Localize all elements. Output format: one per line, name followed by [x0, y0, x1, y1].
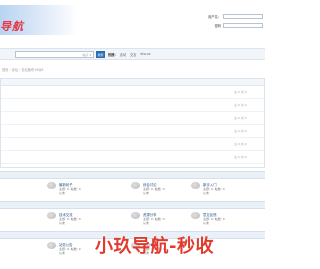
forum-status-icon	[131, 182, 140, 189]
search-input[interactable]: 帖子 ▾	[15, 51, 94, 58]
forum-item[interactable]: 综合讨论 主题: 0, 帖数: 0 从未	[131, 181, 199, 201]
forum-last-post: 从未	[143, 191, 150, 195]
forum-status-icon	[47, 212, 56, 219]
row-stats: 主:0 共:0	[234, 129, 247, 133]
row-stats: 主:0 共:0	[234, 103, 247, 107]
search-bar: 帖子 ▾ 搜索 热搜: 活动 交友 discuz	[0, 48, 265, 60]
forum-last-post: 从未	[59, 191, 66, 195]
password-input[interactable]	[223, 23, 263, 28]
password-label: 密码	[214, 24, 221, 28]
watermark-text: 小玖导航-秒收	[95, 236, 214, 257]
hot-search-label: 热搜:	[108, 53, 116, 57]
breadcrumb[interactable]: 首页 › 论坛 › 论坛版块 MQJ8	[0, 67, 265, 74]
forum-last-post: 从未	[59, 221, 66, 225]
forum-item[interactable]: 资源分享 主题: 0, 帖数: 0 从未	[131, 211, 199, 231]
login-form: 用户名： 密码	[203, 12, 265, 30]
forum-status-icon	[131, 212, 140, 219]
row-stats: 主:0 共:0	[234, 116, 247, 120]
list-item[interactable]: 主:0 共:0	[1, 99, 264, 112]
forum-status-icon	[47, 242, 56, 249]
thread-list: 主:0 共:0 主:0 共:0 主:0 共:0 主:0 共:0 主:0 共:0 …	[0, 78, 265, 168]
list-item[interactable]: 主:0 共:0	[1, 138, 264, 151]
list-item[interactable]: 主:0 共:0	[1, 86, 264, 99]
forum-status-icon	[47, 182, 56, 189]
forum-last-post: 从未	[59, 251, 66, 255]
logo-banner[interactable]: 导航	[0, 5, 78, 35]
list-item[interactable]: 主:0 共:0	[1, 125, 264, 138]
search-button[interactable]: 搜索	[96, 51, 105, 58]
username-input[interactable]	[223, 14, 263, 19]
forum-item[interactable]: 最新帖子 主题: 0, 帖数: 0 从未	[47, 181, 115, 201]
hot-search-links: 热搜: 活动 交友 discuz	[108, 52, 150, 57]
row-stats: 主:0 共:0	[234, 142, 247, 146]
forum-item[interactable]: 技术交流 主题: 0, 帖数: 0 从未	[47, 211, 115, 231]
hot-search-link[interactable]: 交友	[130, 52, 136, 57]
hot-search-link[interactable]: discuz	[140, 52, 150, 57]
forum-item[interactable]: 新手入门 主题: 0, 帖数: 0 从未	[191, 181, 259, 201]
row-stats: 主:0 共:0	[234, 155, 247, 159]
forum-category-bar[interactable]	[0, 201, 265, 209]
search-type-select[interactable]: 帖子 ▾	[83, 53, 91, 57]
forum-status-icon	[191, 212, 200, 219]
site-logo-text: 导航	[0, 20, 24, 33]
forum-status-icon	[191, 182, 200, 189]
forum-last-post: 从未	[143, 221, 150, 225]
forum-last-post: 从未	[203, 191, 210, 195]
forum-item[interactable]: 意见反馈 主题: 0, 帖数: 0 从未	[191, 211, 259, 231]
thread-list-header	[1, 79, 264, 86]
row-stats: 主:0 共:0	[234, 90, 247, 94]
site-header: 导航 用户名： 密码	[0, 0, 265, 36]
search-button-label: 搜索	[97, 52, 104, 57]
list-item[interactable]: 主:0 共:0	[1, 112, 264, 125]
forum-category-bar[interactable]	[0, 171, 265, 179]
username-label: 用户名：	[208, 15, 221, 19]
hot-search-link[interactable]: 活动	[120, 52, 126, 57]
list-item[interactable]: 主:0 共:0	[1, 151, 264, 164]
forum-last-post: 从未	[203, 221, 210, 225]
